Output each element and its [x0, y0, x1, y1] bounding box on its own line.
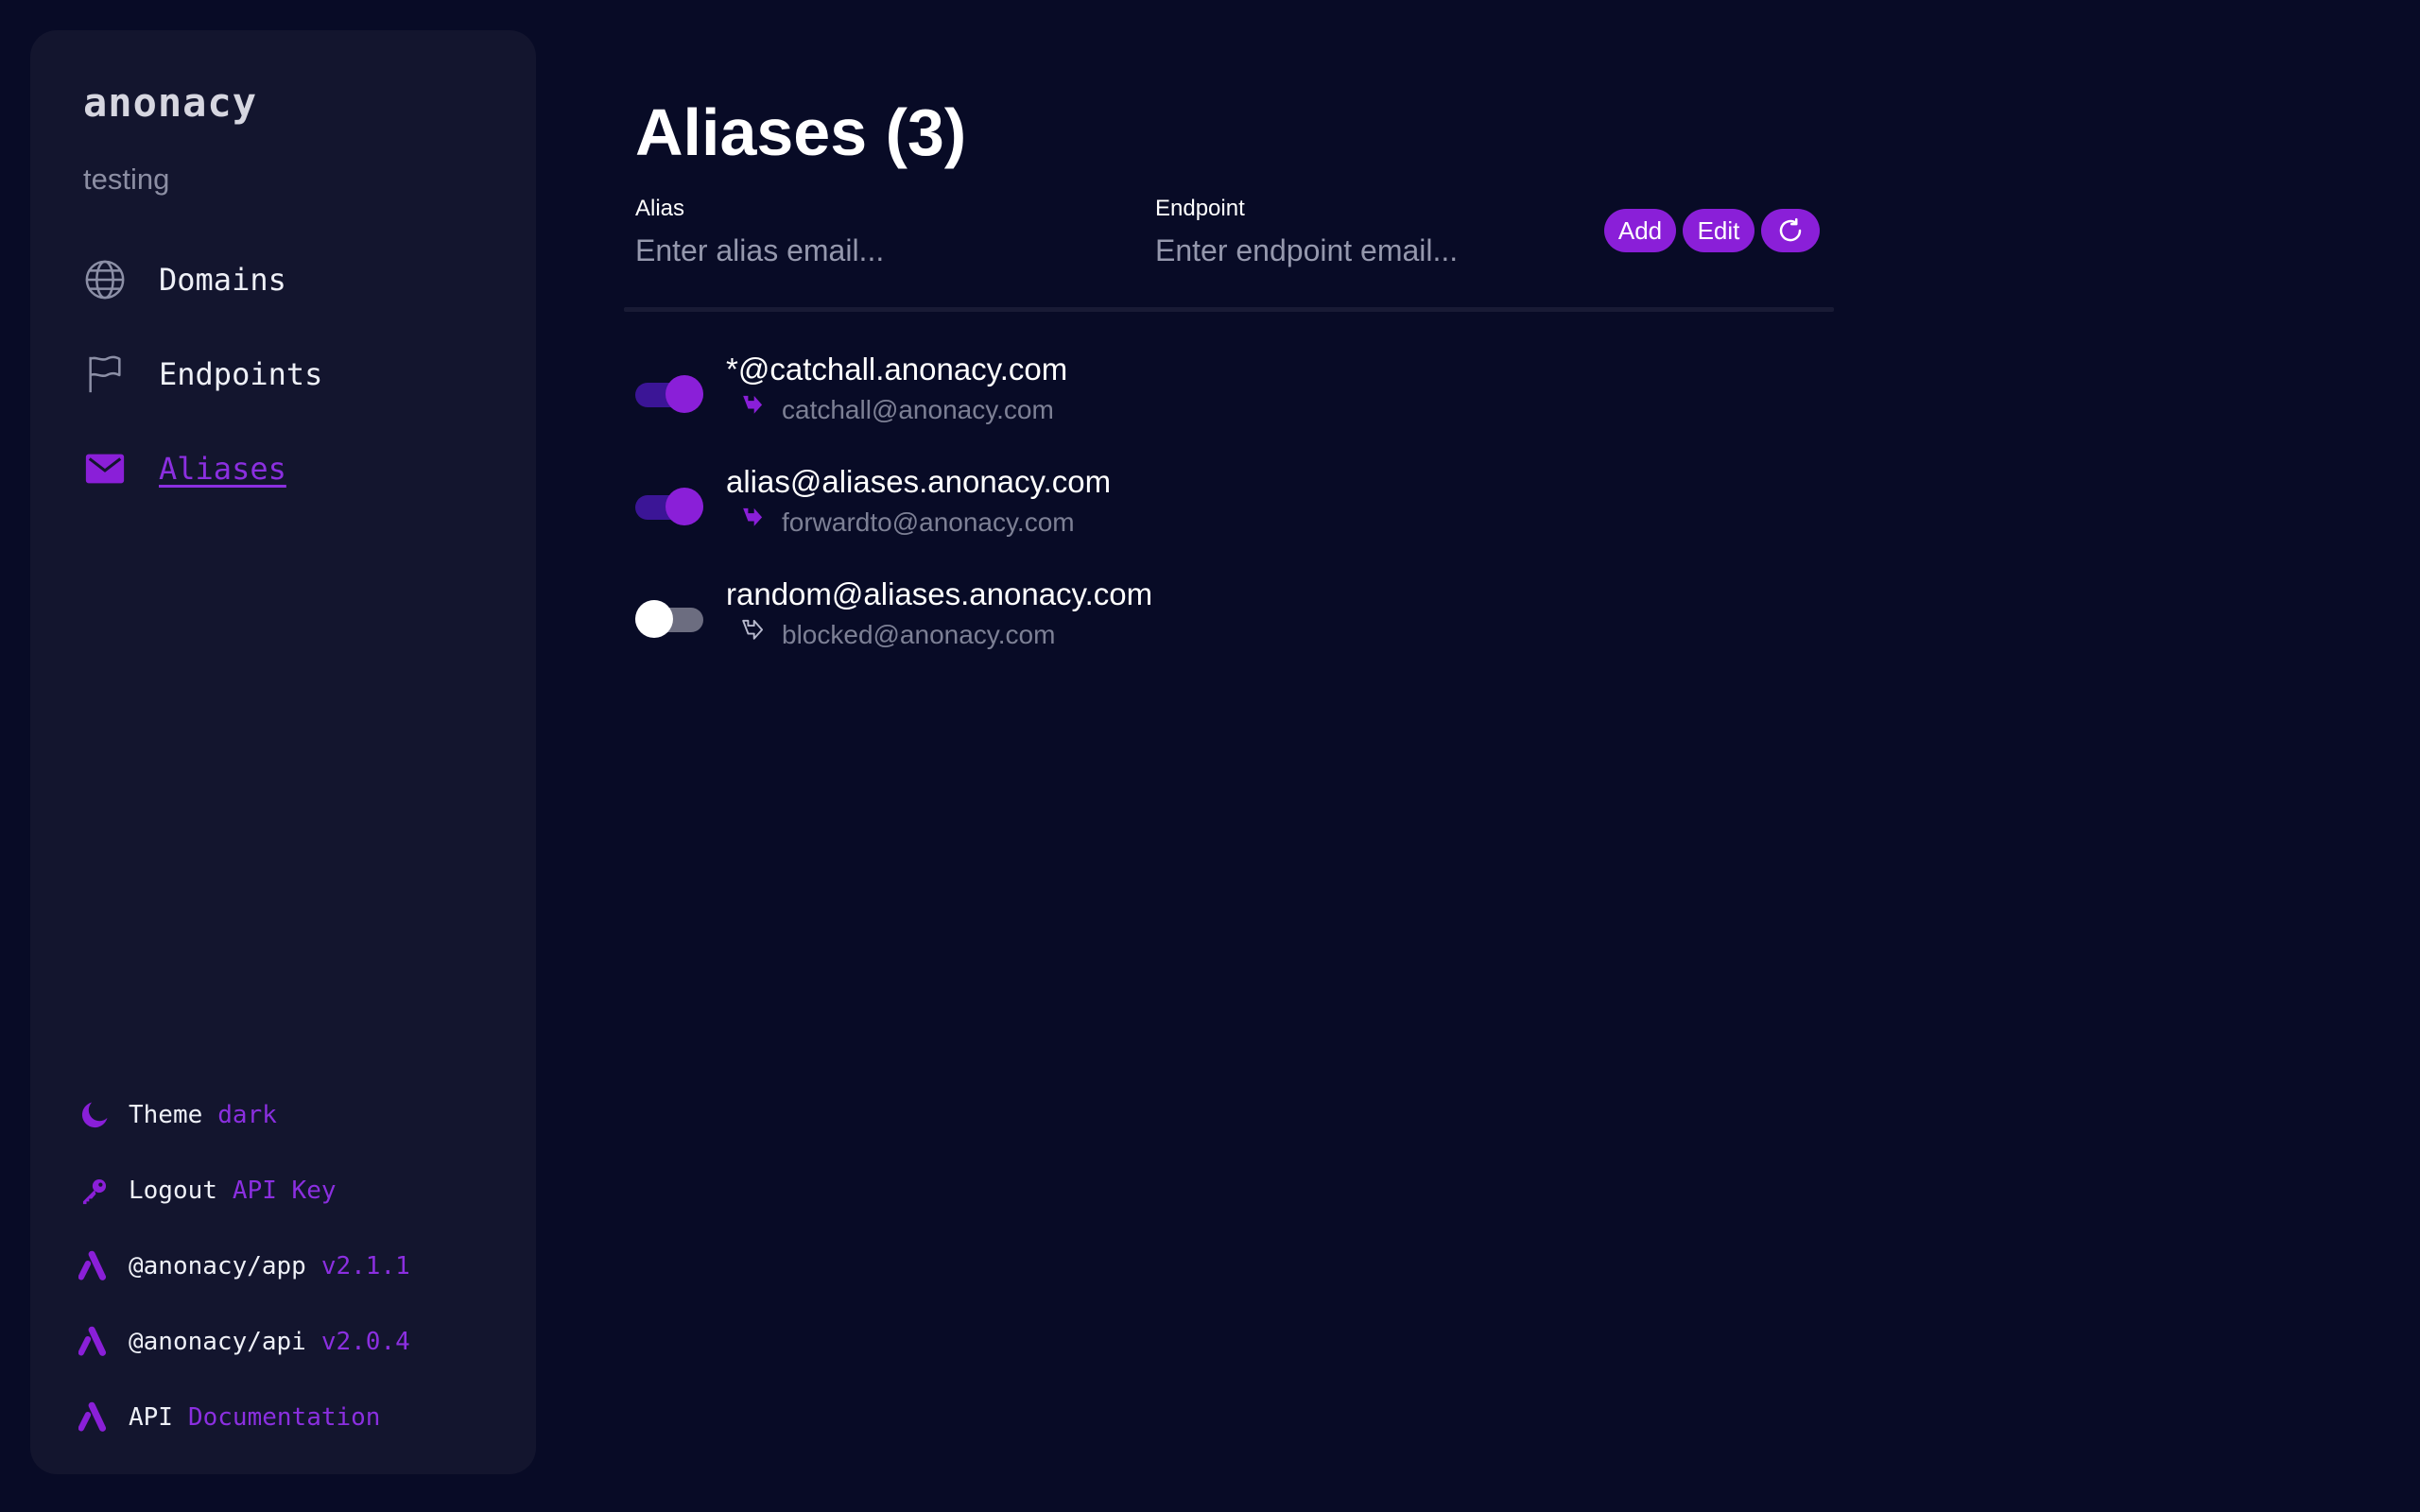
endpoint-input[interactable] [1155, 229, 1609, 272]
endpoint-email: blocked@anonacy.com [782, 620, 1056, 649]
sidebar: anonacy testing Domains Endpoints Aliase… [30, 30, 536, 1474]
app: anonacy testing Domains Endpoints Aliase… [0, 0, 2420, 1512]
sidebar-item-endpoints[interactable]: Endpoints [83, 348, 322, 401]
endpoint-label: Endpoint [1155, 196, 1245, 221]
edit-button[interactable]: Edit [1683, 209, 1754, 252]
logout-button[interactable]: Logout API Key [78, 1170, 337, 1211]
alias-row: alias@aliases.anonacy.com forwardto@anon… [635, 464, 1826, 558]
sidebar-item-label: Aliases [159, 451, 286, 487]
logout-label: Logout [129, 1177, 217, 1205]
page-title: Aliases (3) [635, 95, 967, 169]
api-doc-label: API [129, 1403, 173, 1432]
alias-row: random@aliases.anonacy.com blocked@anona… [635, 576, 1826, 671]
divider [624, 307, 1834, 312]
sidebar-item-aliases[interactable]: Aliases [83, 442, 286, 495]
anonacy-logo-icon [78, 1249, 112, 1283]
forward-arrow-icon [739, 393, 768, 421]
api-version: v2.0.4 [320, 1328, 410, 1356]
brand-name: anonacy [83, 79, 258, 126]
api-documentation-link[interactable]: API Documentation [78, 1397, 380, 1438]
sidebar-item-label: Endpoints [159, 356, 323, 392]
endpoint-email: catchall@anonacy.com [782, 395, 1054, 424]
flag-icon [83, 352, 127, 396]
alias-email[interactable]: *@catchall.anonacy.com [726, 352, 1067, 387]
api-doc-value: Documentation [187, 1403, 381, 1432]
alias-enabled-toggle[interactable] [635, 600, 703, 638]
anonacy-logo-icon [78, 1400, 112, 1435]
anonacy-logo-icon [78, 1325, 112, 1359]
api-version-link[interactable]: @anonacy/api v2.0.4 [78, 1321, 410, 1363]
add-button[interactable]: Add [1604, 209, 1676, 252]
alias-row: *@catchall.anonacy.com catchall@anonacy.… [635, 352, 1826, 446]
api-package-label: @anonacy/api [129, 1328, 306, 1356]
theme-toggle[interactable]: Theme dark [78, 1094, 277, 1136]
alias-input[interactable] [635, 229, 1089, 272]
refresh-icon [1776, 216, 1805, 245]
alias-email[interactable]: random@aliases.anonacy.com [726, 576, 1152, 612]
alias-email[interactable]: alias@aliases.anonacy.com [726, 464, 1111, 500]
sidebar-item-domains[interactable]: Domains [83, 253, 286, 306]
refresh-button[interactable] [1761, 209, 1820, 252]
moon-icon [78, 1098, 112, 1132]
forward-arrow-icon [739, 506, 768, 534]
app-version-link[interactable]: @anonacy/app v2.1.1 [78, 1246, 410, 1287]
endpoint-email: forwardto@anonacy.com [782, 507, 1075, 537]
brand-subtitle: testing [83, 163, 170, 196]
mail-icon [83, 447, 127, 490]
logout-value: API Key [232, 1177, 337, 1205]
key-icon [78, 1174, 112, 1208]
globe-icon [83, 258, 127, 301]
app-version: v2.1.1 [320, 1252, 410, 1280]
alias-label: Alias [635, 196, 685, 221]
sidebar-item-label: Domains [159, 262, 286, 298]
alias-enabled-toggle[interactable] [635, 375, 703, 413]
alias-enabled-toggle[interactable] [635, 488, 703, 525]
theme-label: Theme [129, 1101, 203, 1129]
app-package-label: @anonacy/app [129, 1252, 306, 1280]
forward-arrow-outline-icon [739, 618, 768, 646]
theme-value: dark [217, 1101, 277, 1129]
